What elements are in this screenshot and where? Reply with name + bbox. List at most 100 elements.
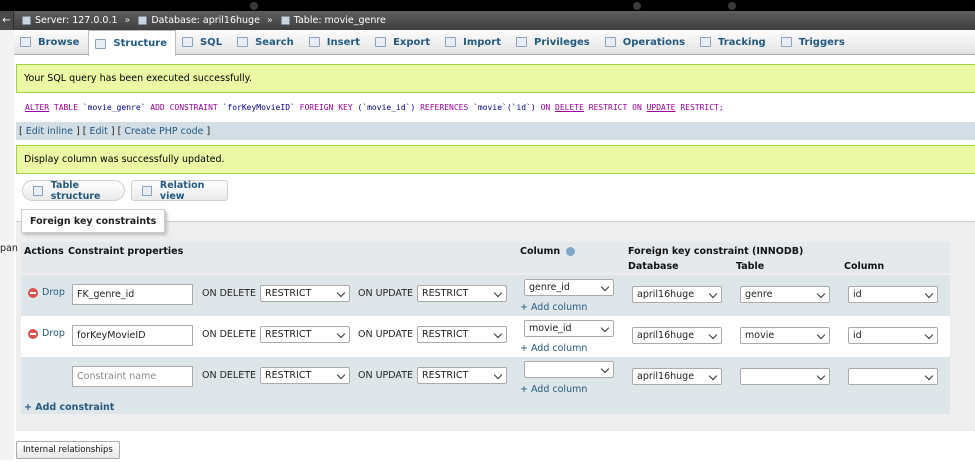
tab-tracking[interactable]: Tracking <box>694 30 775 54</box>
sql-keyword[interactable]: UPDATE <box>647 103 676 112</box>
ref-column-select[interactable]: id <box>848 327 938 344</box>
header-constraint-properties: Constraint properties <box>68 245 184 257</box>
bracket: [ <box>19 125 23 137</box>
header-fk-constraint: Foreign key constraint (INNODB) <box>628 245 804 257</box>
header-actions: Actions <box>24 245 64 257</box>
drop-button[interactable]: Drop <box>28 287 65 298</box>
sql-identifier: (`id`) <box>506 102 536 112</box>
add-constraint-link[interactable]: + Add constraint <box>24 402 114 413</box>
header-column-label: Column <box>520 245 561 257</box>
table-row: Drop forKeyMovieID ON DELETE RESTRICT ON… <box>21 316 950 357</box>
add-column-link[interactable]: + Add column <box>520 343 587 354</box>
ref-column-select[interactable] <box>848 368 938 385</box>
tab-label: SQL <box>199 36 223 48</box>
tab-search[interactable]: Search <box>231 30 303 54</box>
info-icon[interactable] <box>566 246 576 256</box>
header-column2: Column <box>844 261 885 272</box>
sql-keyword[interactable]: ALTER <box>25 103 49 112</box>
on-update-select[interactable]: RESTRICT <box>417 367 507 384</box>
chevron-down-icon <box>708 330 718 340</box>
export-icon <box>375 37 387 47</box>
breadcrumb-table[interactable]: Table: movie_genre <box>280 15 386 26</box>
create-php-code-link[interactable]: Create PHP code <box>124 126 203 137</box>
on-delete-label: ON DELETE <box>202 329 257 340</box>
chevron-down-icon <box>816 371 826 381</box>
constraint-name-input[interactable]: Constraint name <box>72 366 193 387</box>
ref-column-select[interactable]: id <box>848 286 938 303</box>
on-update-select[interactable]: RESTRICT <box>417 285 507 302</box>
on-delete-select[interactable]: RESTRICT <box>260 285 350 302</box>
chevron-down-icon <box>336 370 346 380</box>
sql-keyword: FOREIGN <box>299 102 334 112</box>
sql-keyword: CONSTRAINT <box>169 102 218 112</box>
chevron-down-icon <box>924 330 934 340</box>
tab-privileges[interactable]: Privileges <box>510 30 599 54</box>
tab-export[interactable]: Export <box>369 30 439 54</box>
chevron-down-icon <box>493 288 503 298</box>
tab-structure[interactable]: Structure <box>88 30 176 56</box>
top-strip-dot <box>633 2 641 10</box>
ref-database-select[interactable]: april16huge <box>632 327 722 344</box>
on-delete-select[interactable]: RESTRICT <box>260 367 350 384</box>
ref-table-select[interactable]: movie <box>740 327 830 344</box>
column-select[interactable]: genre_id <box>524 279 614 296</box>
internal-relationships-button[interactable]: Internal relationships <box>16 441 120 459</box>
header-column: Column <box>520 244 576 258</box>
on-update-value: RESTRICT <box>422 288 469 299</box>
tab-triggers[interactable]: Triggers <box>775 30 854 54</box>
breadcrumb-server-label[interactable]: Server: 127.0.0.1 <box>35 15 118 26</box>
edit-inline-link[interactable]: Edit inline <box>26 126 73 137</box>
chevron-down-icon <box>924 289 934 299</box>
ref-table-select[interactable]: genre <box>740 286 830 303</box>
on-update-select[interactable]: RESTRICT <box>417 326 507 343</box>
sql-keyword: TABLE <box>53 102 79 112</box>
ref-table-select[interactable] <box>740 368 830 385</box>
column-select[interactable]: movie_id <box>524 320 614 337</box>
tab-operations[interactable]: Operations <box>599 30 694 54</box>
breadcrumb-table-label[interactable]: Table: movie_genre <box>294 15 386 26</box>
chevron-down-icon <box>816 289 826 299</box>
sql-identifier: `movie_genre` <box>82 102 146 112</box>
sql-identifier: `movie` <box>473 102 507 112</box>
column-value: movie_id <box>529 323 572 334</box>
relation-view-button[interactable]: Relation view <box>131 179 228 202</box>
back-arrow-icon[interactable]: ← <box>0 11 14 30</box>
sql-keyword[interactable]: DELETE <box>555 103 584 112</box>
add-column-link[interactable]: + Add column <box>520 384 587 395</box>
ref-database-select[interactable]: april16huge <box>632 368 722 385</box>
constraint-name-input[interactable]: forKeyMovieID <box>72 325 193 346</box>
server-icon <box>22 16 31 25</box>
breadcrumb-database[interactable]: Database: april16huge <box>138 15 260 26</box>
on-update-label: ON UPDATE <box>358 370 414 381</box>
table-structure-button[interactable]: Table structure <box>22 179 125 202</box>
column-select[interactable] <box>524 361 614 378</box>
tab-label: Export <box>393 36 431 48</box>
ref-database-value: april16huge <box>637 371 695 382</box>
table-structure-label: Table structure <box>50 179 101 202</box>
header-database: Database <box>628 261 679 272</box>
on-update-value: RESTRICT <box>422 370 469 381</box>
constraint-name-input[interactable]: FK_genre_id <box>72 284 193 305</box>
drop-button[interactable]: Drop <box>28 328 65 339</box>
tab-sql[interactable]: SQL <box>176 30 231 54</box>
tab-insert[interactable]: Insert <box>303 30 369 54</box>
relation-view-label: Relation view <box>159 179 205 202</box>
bracket: ] [ <box>76 125 87 137</box>
on-delete-select[interactable]: RESTRICT <box>260 326 350 343</box>
ref-database-select[interactable]: april16huge <box>632 286 722 303</box>
on-delete-value: RESTRICT <box>265 370 312 381</box>
ref-column-value: id <box>853 330 862 341</box>
sql-icon <box>181 37 193 47</box>
breadcrumb-server[interactable]: Server: 127.0.0.1 <box>22 15 118 26</box>
tab-import[interactable]: Import <box>439 30 510 54</box>
import-icon <box>445 37 457 47</box>
tab-label: Triggers <box>798 36 845 48</box>
breadcrumb-database-label[interactable]: Database: april16huge <box>151 15 260 26</box>
add-column-link[interactable]: + Add column <box>520 302 587 313</box>
chevron-down-icon <box>600 282 610 292</box>
edit-link[interactable]: Edit <box>89 126 107 137</box>
tab-browse[interactable]: Browse <box>14 30 88 54</box>
tab-label: Privileges <box>534 36 590 48</box>
tab-label: Tracking <box>718 36 766 48</box>
triggers-icon <box>780 37 792 47</box>
